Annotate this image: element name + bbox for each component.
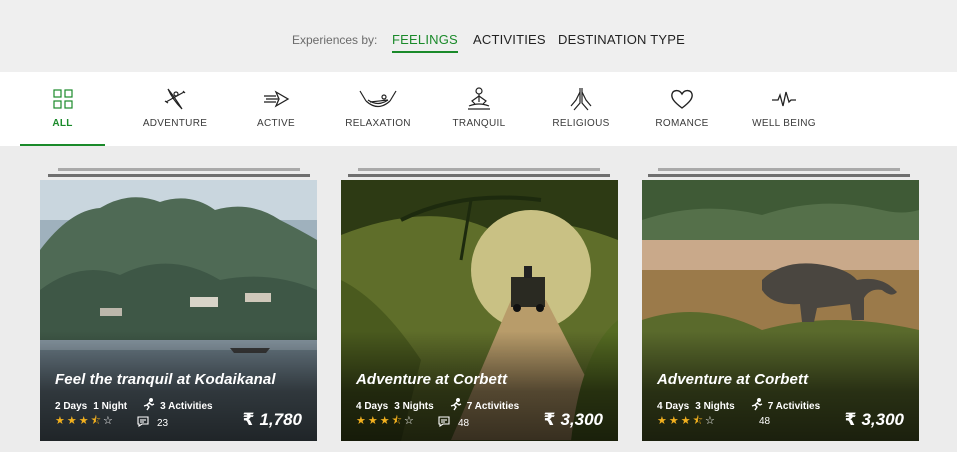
star-rating: ★ ★ ★ ⯪ ☆ xyxy=(657,416,715,427)
praying-hands-icon xyxy=(526,86,636,112)
category-label: WELL BEING xyxy=(752,118,816,129)
card-title: Adventure at Corbett xyxy=(657,371,809,388)
category-adventure[interactable]: ADVENTURE xyxy=(120,72,230,146)
card-stack-edge xyxy=(348,174,610,177)
category-label: ADVENTURE xyxy=(142,118,208,129)
star-full-icon: ★ xyxy=(78,415,89,427)
star-half-icon: ⯪ xyxy=(90,415,102,427)
experiences-by-bar: Experiences by: FEELINGS ACTIVITIES DEST… xyxy=(0,0,957,72)
category-label: ROMANCE xyxy=(655,118,709,129)
comment-icon xyxy=(137,416,149,430)
card-days: 4 Days xyxy=(657,400,690,412)
star-half-icon: ⯪ xyxy=(391,415,403,427)
category-label: TRANQUIL xyxy=(452,118,506,129)
card-price: ₹3,300 xyxy=(544,410,603,430)
tab-destination-type[interactable]: DESTINATION TYPE xyxy=(558,32,685,47)
star-rating: ★ ★ ★ ⯪ ☆ xyxy=(356,416,414,427)
star-full-icon: ★ xyxy=(680,415,691,427)
card-activities: 7 Activities xyxy=(466,400,520,412)
category-religious[interactable]: RELIGIOUS xyxy=(526,72,636,146)
card-reviews: 48 xyxy=(739,416,770,427)
star-full-icon: ★ xyxy=(657,415,667,427)
star-full-icon: ★ xyxy=(55,415,65,427)
running-icon xyxy=(143,398,155,414)
card-title: Adventure at Corbett xyxy=(356,371,508,388)
card-days: 4 Days xyxy=(356,400,389,412)
card-reviews: 48 xyxy=(438,416,469,430)
category-label: RELAXATION xyxy=(345,118,411,129)
category-relaxation[interactable]: RELAXATION xyxy=(323,72,433,146)
review-count: 23 xyxy=(157,417,169,429)
category-all[interactable]: ALL xyxy=(18,72,107,146)
review-count: 48 xyxy=(458,417,470,429)
heart-icon xyxy=(627,86,737,112)
category-well-being[interactable]: WELL BEING xyxy=(729,72,839,146)
card-nights: 3 Nights xyxy=(695,400,735,412)
heartbeat-icon xyxy=(729,86,839,112)
tab-activities[interactable]: ACTIVITIES xyxy=(473,32,546,47)
category-filter-bar: ALL ADVENTURE ACTIVE RELAXATION TRANQUIL… xyxy=(0,72,957,146)
kayak-icon xyxy=(120,86,230,112)
currency-symbol: ₹ xyxy=(844,410,857,429)
price-value: 3,300 xyxy=(560,410,603,429)
star-full-icon: ★ xyxy=(379,415,390,427)
grid-icon xyxy=(18,86,107,112)
speed-arrow-icon xyxy=(221,86,331,112)
experience-card[interactable]: Adventure at Corbett 4 Days 3 Nights 7 A… xyxy=(642,180,919,441)
card-duration: 2 Days 1 Night 3 Activities xyxy=(55,398,213,414)
star-empty-icon: ☆ xyxy=(705,415,715,427)
star-rating: ★ ★ ★ ⯪ ☆ xyxy=(55,416,113,427)
card-price: ₹1,780 xyxy=(243,410,302,430)
card-reviews: 23 xyxy=(137,416,168,430)
card-stack-edge xyxy=(58,168,300,171)
category-active[interactable]: ACTIVE xyxy=(221,72,331,146)
running-icon xyxy=(450,398,462,414)
star-full-icon: ★ xyxy=(66,415,77,427)
category-label: ACTIVE xyxy=(257,118,295,129)
hammock-icon xyxy=(323,86,433,112)
card-title: Feel the tranquil at Kodaikanal xyxy=(55,371,276,388)
card-duration: 4 Days 3 Nights 7 Activities xyxy=(356,398,519,414)
experiences-by-label: Experiences by: xyxy=(292,33,378,47)
experience-card[interactable]: Feel the tranquil at Kodaikanal 2 Days 1… xyxy=(40,180,317,441)
tab-feelings[interactable]: FEELINGS xyxy=(392,32,458,53)
price-value: 3,300 xyxy=(861,410,904,429)
star-empty-icon: ☆ xyxy=(103,415,113,427)
category-label: ALL xyxy=(52,118,73,129)
card-activities: 3 Activities xyxy=(160,400,213,412)
card-days: 2 Days xyxy=(55,400,88,412)
star-full-icon: ★ xyxy=(668,415,679,427)
star-half-icon: ⯪ xyxy=(692,415,704,427)
comment-icon xyxy=(438,416,450,430)
star-full-icon: ★ xyxy=(356,415,366,427)
card-stack-edge xyxy=(658,168,900,171)
currency-symbol: ₹ xyxy=(242,410,255,429)
price-value: 1,780 xyxy=(259,410,302,429)
card-price: ₹3,300 xyxy=(845,410,904,430)
card-stack-edge xyxy=(648,174,910,177)
star-empty-icon: ☆ xyxy=(404,415,414,427)
card-nights: 1 Night xyxy=(93,400,128,412)
card-duration: 4 Days 3 Nights 7 Activities xyxy=(657,398,820,414)
star-full-icon: ★ xyxy=(367,415,378,427)
running-icon xyxy=(751,398,763,414)
card-stack-edge xyxy=(48,174,310,177)
meditation-icon xyxy=(424,86,534,112)
category-label: RELIGIOUS xyxy=(552,118,610,129)
review-count: 48 xyxy=(759,416,771,427)
category-tranquil[interactable]: TRANQUIL xyxy=(424,72,534,146)
currency-symbol: ₹ xyxy=(543,410,556,429)
card-activities: 7 Activities xyxy=(767,400,821,412)
card-nights: 3 Nights xyxy=(394,400,434,412)
category-romance[interactable]: ROMANCE xyxy=(627,72,737,146)
card-stack-edge xyxy=(358,168,600,171)
experience-card[interactable]: Adventure at Corbett 4 Days 3 Nights 7 A… xyxy=(341,180,618,441)
